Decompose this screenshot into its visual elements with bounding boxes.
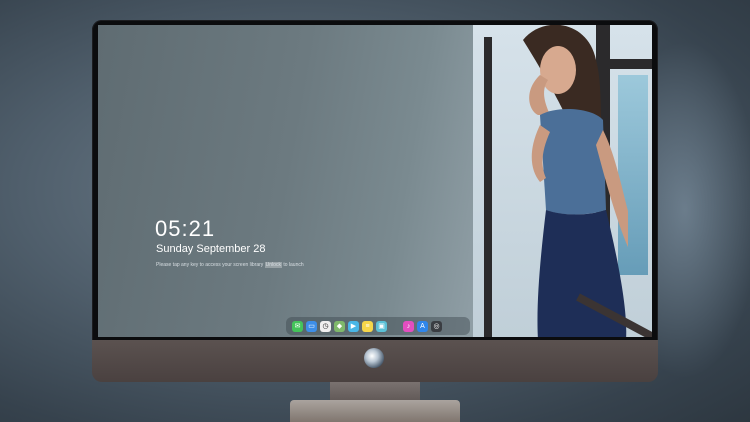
dock-maps-icon[interactable]: ◆: [334, 320, 345, 332]
dock-music-icon[interactable]: ♪: [403, 320, 414, 332]
monitor: 05:21 Sunday September 28 Please tap any…: [92, 20, 658, 382]
dock-notes-icon[interactable]: ≡: [362, 320, 373, 332]
brand-logo-icon: [364, 348, 384, 368]
lock-notice-suffix: to launch: [283, 262, 304, 268]
lock-screen[interactable]: 05:21 Sunday September 28 Please tap any…: [98, 25, 652, 337]
dock-clock-icon[interactable]: ◷: [320, 320, 331, 332]
monitor-chin: [92, 340, 658, 382]
wallpaper-figure: [523, 25, 628, 337]
dock-files-icon[interactable]: ▭: [306, 320, 317, 332]
dock-camera-icon[interactable]: ◎: [431, 320, 442, 332]
dock-photos-icon[interactable]: ▣: [376, 320, 387, 332]
dock-app-store-icon[interactable]: A: [417, 320, 428, 332]
monitor-stand-base: [290, 400, 460, 422]
lock-date: Sunday September 28: [156, 243, 266, 255]
dock-messages-icon[interactable]: ✉: [292, 320, 303, 332]
dock-video-icon[interactable]: ▶: [348, 320, 359, 332]
lock-notice-text: Please tap any key to access your screen…: [156, 262, 264, 268]
lock-notice-unlock[interactable]: Unlock: [264, 262, 282, 268]
lock-clock: 05:21: [155, 216, 216, 241]
lock-notice: Please tap any key to access your screen…: [156, 262, 304, 268]
dock: ✉ ▭ ◷ ◆ ▶ ≡ ▣ ♪ A ◎: [286, 317, 470, 335]
